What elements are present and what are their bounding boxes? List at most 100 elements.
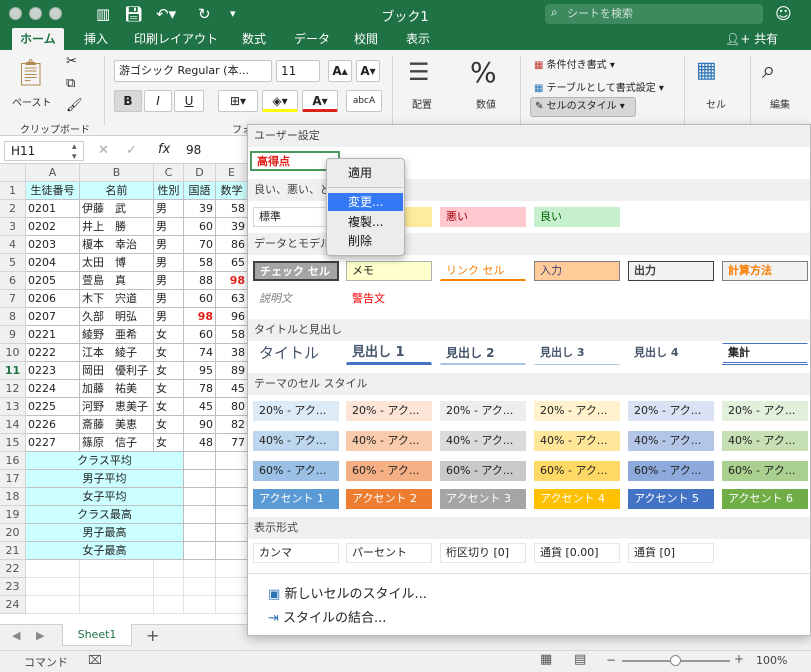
table-cell[interactable] — [216, 506, 248, 524]
summary-label-cell[interactable]: クラス最高 — [26, 506, 184, 524]
tab-formulas[interactable]: 数式 — [234, 28, 274, 50]
style-theme-20-6[interactable]: 20% - アク... — [722, 401, 808, 421]
table-cell[interactable] — [184, 542, 216, 560]
table-cell[interactable] — [184, 470, 216, 488]
alignment-label[interactable]: 配置 — [412, 96, 432, 111]
edit-label[interactable]: 編集 — [770, 96, 790, 111]
fill-color-icon[interactable]: ◈▾ — [262, 90, 298, 112]
table-cell[interactable]: 男 — [154, 200, 184, 218]
conditional-format-button[interactable]: ▦ 条件付き書式 ▾ — [534, 56, 615, 71]
style-title-5[interactable]: 見出し 4 — [628, 343, 714, 365]
style-title-4[interactable]: 見出し 3 — [534, 343, 620, 365]
style-theme-40-5[interactable]: 40% - アク... — [628, 431, 714, 451]
sheet-search-input[interactable]: シートを検索 — [545, 4, 763, 24]
table-cell[interactable]: 89 — [216, 362, 248, 380]
table-cell[interactable] — [216, 596, 248, 614]
table-cell[interactable]: 0203 — [26, 236, 80, 254]
copy-icon[interactable]: ⧉ — [66, 76, 75, 91]
table-cell[interactable]: 萱島 真 — [80, 272, 154, 290]
style-title-1[interactable]: タイトル — [253, 343, 339, 365]
row-header-7[interactable]: 7 — [0, 290, 26, 308]
row-header-23[interactable]: 23 — [0, 578, 26, 596]
table-cell[interactable]: 女 — [154, 416, 184, 434]
cancel-entry-icon[interactable]: ✕ — [98, 143, 109, 158]
table-cell[interactable]: 45 — [184, 398, 216, 416]
table-cell[interactable]: 45 — [216, 380, 248, 398]
summary-label-cell[interactable]: 女子最高 — [26, 542, 184, 560]
table-cell[interactable]: 38 — [216, 344, 248, 362]
table-cell[interactable]: 74 — [184, 344, 216, 362]
prev-sheet-icon[interactable]: ◀ — [12, 629, 20, 642]
table-cell[interactable]: 0222 — [26, 344, 80, 362]
table-cell[interactable]: 女 — [154, 398, 184, 416]
header-cell[interactable]: 性別 — [154, 182, 184, 200]
style-data-extra-2[interactable]: 警告文 — [346, 289, 432, 309]
cell-styles-button[interactable]: ✎ セルのスタイル ▾ — [530, 97, 636, 117]
minimize-window-button[interactable] — [29, 7, 42, 20]
table-cell[interactable]: 久部 明弘 — [80, 308, 154, 326]
style-theme-20-2[interactable]: 20% - アク... — [346, 401, 432, 421]
style-theme-40-3[interactable]: 40% - アク... — [440, 431, 526, 451]
style-data-5[interactable]: 出力 — [628, 261, 714, 281]
row-header-16[interactable]: 16 — [0, 452, 26, 470]
table-cell[interactable] — [184, 506, 216, 524]
table-cell[interactable]: 39 — [184, 200, 216, 218]
table-cell[interactable]: 男 — [154, 290, 184, 308]
table-cell[interactable]: 女 — [154, 362, 184, 380]
font-color-icon[interactable]: A▾ — [302, 90, 338, 112]
tab-data[interactable]: データ — [286, 28, 338, 50]
table-cell[interactable]: 綾野 亜希 — [80, 326, 154, 344]
summary-label-cell[interactable]: 男子平均 — [26, 470, 184, 488]
row-header-19[interactable]: 19 — [0, 506, 26, 524]
style-theme-60-6[interactable]: 60% - アク... — [722, 461, 808, 481]
table-cell[interactable]: 女 — [154, 344, 184, 362]
table-cell[interactable]: 0207 — [26, 308, 80, 326]
table-cell[interactable]: 80 — [216, 398, 248, 416]
table-cell[interactable] — [154, 578, 184, 596]
add-sheet-icon[interactable]: + — [146, 626, 159, 645]
style-theme-20-5[interactable]: 20% - アク... — [628, 401, 714, 421]
style-theme-20-3[interactable]: 20% - アク... — [440, 401, 526, 421]
table-cell[interactable] — [154, 560, 184, 578]
table-cell[interactable] — [184, 452, 216, 470]
table-cell[interactable]: 0221 — [26, 326, 80, 344]
table-cell[interactable]: 江本 綾子 — [80, 344, 154, 362]
zoom-slider-thumb[interactable] — [670, 655, 681, 666]
format-painter-icon[interactable]: 🖌︎ — [66, 98, 83, 113]
function-icon[interactable]: fx — [158, 142, 170, 157]
feedback-smiley-icon[interactable]: ☺ — [775, 4, 792, 23]
table-cell[interactable] — [184, 488, 216, 506]
table-cell[interactable]: 篠原 信子 — [80, 434, 154, 452]
table-cell[interactable]: 女 — [154, 434, 184, 452]
bold-button[interactable]: B — [114, 90, 142, 112]
summary-label-cell[interactable]: 男子最高 — [26, 524, 184, 542]
table-cell[interactable]: 男 — [154, 308, 184, 326]
table-cell[interactable]: 58 — [216, 200, 248, 218]
table-cell[interactable]: 木下 宍道 — [80, 290, 154, 308]
row-header-5[interactable]: 5 — [0, 254, 26, 272]
number-label[interactable]: 数値 — [476, 96, 496, 111]
undo-icon[interactable]: ↶▾ — [156, 5, 176, 23]
summary-label-cell[interactable]: クラス平均 — [26, 452, 184, 470]
normal-view-icon[interactable]: ▦ — [540, 652, 552, 667]
table-cell[interactable] — [184, 524, 216, 542]
table-cell[interactable]: 77 — [216, 434, 248, 452]
table-cell[interactable]: 河野 恵美子 — [80, 398, 154, 416]
menu-item-apply[interactable]: 適用 — [328, 164, 403, 182]
zoom-out-icon[interactable]: − — [606, 653, 616, 667]
row-header-6[interactable]: 6 — [0, 272, 26, 290]
table-cell[interactable]: 男 — [154, 236, 184, 254]
paste-icon[interactable]: 📋︎ — [14, 58, 47, 88]
style-good[interactable]: 良い — [534, 207, 620, 227]
row-header-20[interactable]: 20 — [0, 524, 26, 542]
table-cell[interactable]: 0224 — [26, 380, 80, 398]
alignment-icon[interactable]: ☰ — [408, 58, 430, 86]
style-number-1[interactable]: カンマ — [253, 543, 339, 563]
table-cell[interactable] — [80, 596, 154, 614]
style-theme-60-1[interactable]: 60% - アク... — [253, 461, 339, 481]
style-data-extra-1[interactable]: 説明文 — [253, 289, 339, 309]
style-title-2[interactable]: 見出し 1 — [346, 343, 432, 365]
table-cell[interactable]: 86 — [216, 236, 248, 254]
row-header-24[interactable]: 24 — [0, 596, 26, 614]
tab-review[interactable]: 校閲 — [346, 28, 386, 50]
